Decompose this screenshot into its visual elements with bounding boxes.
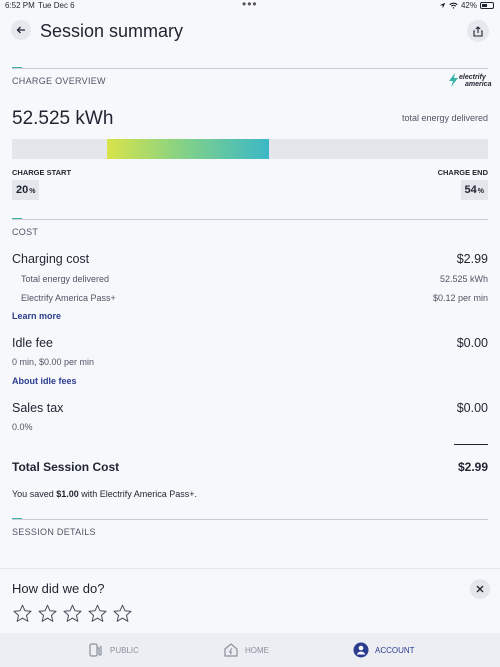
charge-end-badge: 54% — [460, 180, 488, 200]
star-icon[interactable] — [87, 603, 108, 624]
energy-value: 52.525 kWh — [12, 108, 114, 129]
cost-label: COST — [12, 227, 39, 237]
tab-public[interactable]: PUBLIC — [87, 641, 139, 659]
star-icon[interactable] — [112, 603, 133, 624]
total-session-cost-label: Total Session Cost — [12, 460, 120, 474]
about-idle-fees-link[interactable]: About idle fees — [12, 376, 77, 386]
charge-start-value: 20 — [16, 184, 29, 196]
tab-home-label: HOME — [245, 645, 269, 655]
share-icon — [473, 25, 483, 37]
star-icon[interactable] — [12, 603, 33, 624]
plan-label: Electrify America Pass+ — [21, 293, 116, 303]
status-time: 6:52 PM — [5, 1, 35, 10]
tab-account-label: ACCOUNT — [375, 645, 415, 655]
tab-public-label: PUBLIC — [110, 645, 139, 655]
idle-fee-label: Idle fee — [12, 336, 54, 350]
learn-more-link[interactable]: Learn more — [12, 311, 61, 321]
close-feedback-button[interactable] — [470, 579, 490, 599]
charger-icon — [87, 641, 105, 659]
page-title: Session summary — [40, 21, 184, 41]
divider — [12, 68, 488, 69]
share-button[interactable] — [467, 20, 489, 42]
idle-fee-amount: $0.00 — [456, 336, 488, 350]
charge-start-label: CHARGE START — [12, 168, 72, 177]
tab-account[interactable]: ACCOUNT — [352, 641, 415, 659]
close-icon — [476, 585, 484, 593]
percent-sign: % — [477, 188, 484, 195]
saved-prefix: You saved — [12, 489, 57, 499]
tab-bar: PUBLIC HOME ACCOUNT — [0, 633, 500, 667]
header: Session summary — [0, 14, 500, 50]
idle-fee-detail: 0 min, $0.00 per min — [12, 357, 95, 367]
charge-bar-fill — [107, 139, 270, 159]
logo-line1: electrify — [459, 74, 486, 81]
plan-rate: $0.12 per min — [432, 293, 488, 303]
feedback-panel: How did we do? — [0, 568, 500, 633]
electrify-america-logo: electrify america — [448, 72, 492, 92]
battery-icon — [480, 2, 494, 9]
star-icon[interactable] — [62, 603, 83, 624]
battery-percent: 42% — [460, 1, 477, 10]
arrow-left-icon — [16, 26, 25, 34]
status-right: 42% — [439, 1, 494, 10]
energy-delivered-label: Total energy delivered — [21, 274, 110, 284]
savings-message: You saved $1.00 with Electrify America P… — [12, 489, 197, 499]
energy-label: total energy delivered — [401, 113, 488, 123]
sum-line — [454, 444, 488, 445]
wifi-icon — [449, 2, 458, 9]
divider — [12, 519, 488, 520]
session-details-label[interactable]: SESSION DETAILS — [12, 527, 96, 537]
charging-cost-amount: $2.99 — [456, 252, 488, 266]
percent-sign: % — [29, 188, 36, 195]
sales-tax-rate: 0.0% — [12, 422, 33, 432]
home-icon — [222, 641, 240, 659]
logo-line2: america — [465, 81, 492, 88]
saved-suffix: with Electrify America Pass+. — [78, 489, 198, 499]
sales-tax-label: Sales tax — [12, 401, 64, 415]
back-button[interactable] — [11, 20, 31, 40]
logo-mark-icon — [449, 73, 458, 87]
charging-cost-label: Charging cost — [12, 252, 90, 266]
tab-home[interactable]: HOME — [222, 641, 269, 659]
star-rating — [12, 603, 133, 624]
location-icon — [439, 2, 446, 9]
charge-overview-label: CHARGE OVERVIEW — [12, 76, 106, 86]
multitasking-dots-icon[interactable]: ••• — [242, 0, 258, 11]
charge-start-badge: 20% — [12, 180, 40, 200]
feedback-title: How did we do? — [12, 581, 105, 596]
charge-end-label: CHARGE END — [437, 168, 488, 177]
total-session-cost-amount: $2.99 — [457, 460, 488, 474]
status-bar: 6:52 PM Tue Dec 6 ••• 42% — [0, 0, 500, 12]
energy-delivered-value: 52.525 kWh — [439, 274, 488, 284]
divider — [12, 219, 488, 220]
saved-amount: $1.00 — [56, 489, 79, 499]
charge-end-value: 54 — [464, 184, 477, 196]
account-icon — [352, 641, 370, 659]
star-icon[interactable] — [37, 603, 58, 624]
charge-bar — [12, 139, 488, 159]
sales-tax-amount: $0.00 — [456, 401, 488, 415]
status-date: Tue Dec 6 — [38, 1, 75, 10]
